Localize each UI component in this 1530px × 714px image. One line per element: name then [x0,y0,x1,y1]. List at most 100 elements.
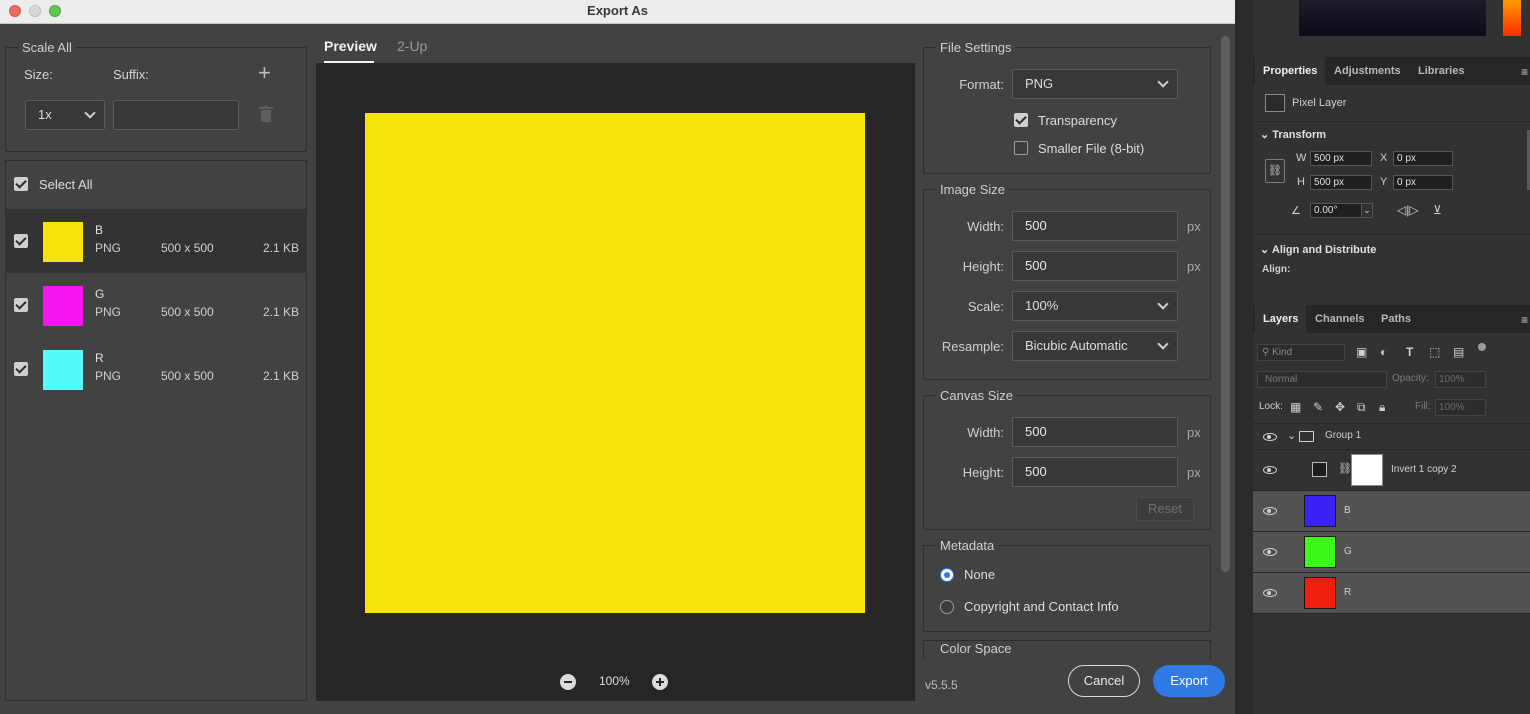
reset-button[interactable]: Reset [1136,497,1194,521]
select-all-checkbox[interactable] [14,177,28,191]
w-label: W [1296,152,1307,164]
layer-row[interactable]: ⌄ Group 1 [1253,424,1530,450]
tab-2up[interactable]: 2-Up [397,38,427,54]
asset-checkbox[interactable] [14,298,28,312]
image-height-input[interactable]: 500 [1012,251,1178,281]
layer-row[interactable]: G [1253,532,1530,573]
tab-libraries[interactable]: Libraries [1410,57,1472,85]
x-label: X [1380,152,1388,164]
eye-icon[interactable] [1263,433,1277,441]
adjustment-filter-icon[interactable]: ◐ [1380,345,1387,359]
metadata-group: Metadata [923,538,1211,632]
adjustment-layer-icon [1312,462,1327,477]
search-icon: ⚲ [1262,347,1273,358]
image-width-input[interactable]: 500 [1012,211,1178,241]
canvas-width-input[interactable]: 500 [1012,417,1178,447]
suffix-label: Suffix: [113,67,149,82]
layer-row[interactable]: ⛓ Invert 1 copy 2 [1253,450,1530,491]
h-input[interactable]: 500 px [1310,175,1372,190]
x-input[interactable]: 0 px [1393,151,1453,166]
eye-icon[interactable] [1263,548,1277,556]
size-select[interactable]: 1x [25,100,105,130]
asset-checkbox[interactable] [14,234,28,248]
pixel-layer-label: Pixel Layer [1292,97,1347,109]
eye-icon[interactable] [1263,589,1277,597]
flip-vertical-icon[interactable]: ⊻ [1433,203,1442,217]
panel-menu-icon[interactable]: ≡ [1521,313,1528,327]
tab-paths[interactable]: Paths [1373,305,1419,333]
image-filter-icon[interactable]: ▣ [1356,345,1367,359]
w-input[interactable]: 500 px [1310,151,1372,166]
tab-properties[interactable]: Properties [1255,57,1326,85]
shape-filter-icon[interactable]: ⬚ [1429,345,1440,359]
asset-row[interactable]: R PNG 500 x 500 2.1 KB [5,337,307,401]
color-space-legend: Color Space [936,641,1016,656]
lock-all-icon[interactable]: 🔒︎ [1379,400,1385,415]
kind-filter[interactable]: ⚲ Kind [1257,344,1345,361]
folder-icon [1299,431,1314,442]
smaller-file-checkbox[interactable] [1014,141,1028,155]
panel-menu-icon[interactable]: ≡ [1521,65,1528,79]
angle-icon: ∠ [1291,205,1301,217]
panel-gap [1235,0,1253,714]
align-label: Align and Distribute [1271,244,1377,256]
scale-value: 100% [1025,298,1059,313]
canvas-height-input[interactable]: 500 [1012,457,1178,487]
resample-select[interactable]: Bicubic Automatic [1012,331,1178,361]
suffix-input[interactable] [113,100,239,130]
title-bar: Export As [0,0,1235,24]
angle-input[interactable]: 0.00° [1310,203,1362,218]
opacity-input[interactable]: 100% [1435,371,1486,388]
tab-channels[interactable]: Channels [1307,305,1373,333]
asset-row[interactable]: B PNG 500 x 500 2.1 KB [5,209,307,273]
layer-mask-thumbnail[interactable] [1351,454,1383,486]
lock-label: Lock: [1259,401,1283,412]
tab-preview[interactable]: Preview [324,38,377,54]
add-scale-icon[interactable]: + [258,60,271,86]
resample-value: Bicubic Automatic [1025,338,1128,353]
zoom-out-icon[interactable] [560,674,576,690]
layer-row[interactable]: B [1253,491,1530,532]
fill-input[interactable]: 100% [1435,399,1486,416]
lock-artboard-icon[interactable]: ⧉ [1357,400,1366,415]
asset-size: 2.1 KB [262,369,299,383]
lock-position-icon[interactable]: ✥ [1335,400,1345,414]
chevron-down-icon[interactable]: ⌄ [1287,429,1296,442]
blend-mode-select[interactable]: Normal [1257,371,1387,388]
settings-scrollbar[interactable] [1221,36,1230,572]
size-label: Size: [24,67,53,82]
format-select[interactable]: PNG [1012,69,1178,99]
export-button[interactable]: Export [1153,665,1225,697]
eye-icon[interactable] [1263,507,1277,515]
y-label: Y [1380,176,1388,188]
asset-row[interactable]: G PNG 500 x 500 2.1 KB [5,273,307,337]
chevron-down-icon[interactable]: ⌄ [1361,203,1373,218]
metadata-copyright-radio[interactable] [940,600,954,614]
lock-pixels-icon[interactable]: ✎ [1313,400,1323,414]
transparency-checkbox[interactable] [1014,113,1028,127]
zoom-in-icon[interactable] [652,674,668,690]
metadata-none-radio[interactable] [940,568,954,582]
align-header[interactable]: ⌄ Align and Distribute [1260,243,1376,256]
eye-icon[interactable] [1263,466,1277,474]
filter-toggle-icon[interactable] [1478,343,1486,351]
hue-slider[interactable] [1503,0,1521,36]
scale-select[interactable]: 100% [1012,291,1178,321]
lock-transparency-icon[interactable]: ▦ [1290,400,1301,414]
layer-row[interactable]: R [1253,573,1530,614]
canvas-width-label: Width: [967,425,1004,440]
trash-icon[interactable] [259,106,273,126]
transform-header[interactable]: ⌄ Transform [1260,128,1326,141]
type-filter-icon[interactable]: T [1406,345,1413,359]
tab-layers[interactable]: Layers [1255,305,1307,333]
asset-checkbox[interactable] [14,362,28,376]
y-input[interactable]: 0 px [1393,175,1453,190]
version-label: v5.5.5 [925,678,958,692]
smart-object-filter-icon[interactable]: ▤ [1453,345,1464,359]
asset-thumbnail [43,222,83,262]
link-icon[interactable]: ⛓ [1265,159,1285,183]
flip-horizontal-icon[interactable]: ◁|▷ [1397,203,1419,217]
color-field[interactable] [1299,0,1486,36]
cancel-button[interactable]: Cancel [1068,665,1140,697]
tab-adjustments[interactable]: Adjustments [1326,57,1409,85]
